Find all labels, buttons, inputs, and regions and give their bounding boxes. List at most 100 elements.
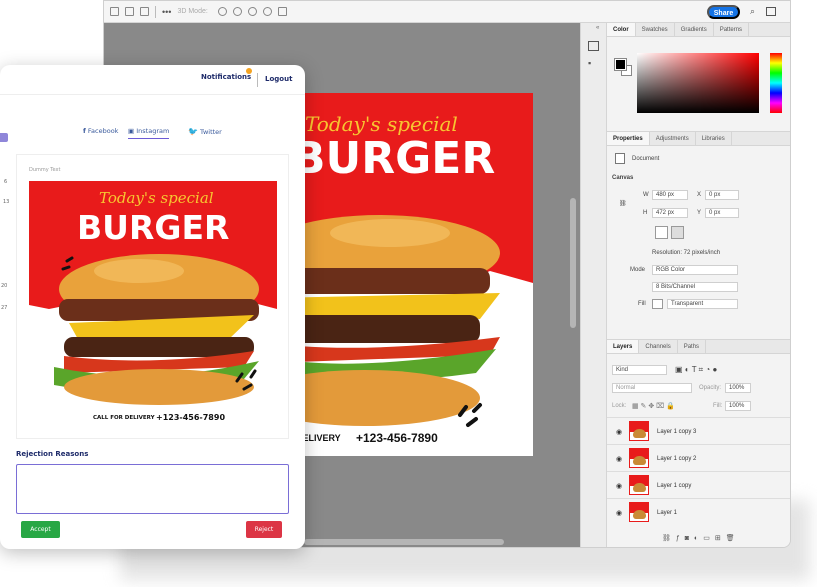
height-field[interactable]: 472 px bbox=[652, 208, 688, 218]
fill-swatch[interactable] bbox=[652, 299, 663, 309]
3d-slide-icon[interactable] bbox=[262, 7, 272, 16]
peek-number: 13 bbox=[3, 199, 10, 205]
align-center-icon[interactable] bbox=[125, 7, 134, 16]
visibility-eye-icon[interactable]: ◉ bbox=[616, 482, 622, 490]
x-field[interactable]: 0 px bbox=[705, 190, 739, 200]
panel-collapse-icon[interactable]: « bbox=[596, 25, 599, 31]
tab-libraries[interactable]: Libraries bbox=[696, 132, 732, 145]
panel-icon-strip: « ▪ bbox=[580, 23, 606, 547]
link-dimensions-icon[interactable]: ⛓ bbox=[619, 200, 627, 207]
tab-adjustments[interactable]: Adjustments bbox=[650, 132, 696, 145]
history-icon[interactable] bbox=[588, 41, 599, 51]
tab-channels[interactable]: Channels bbox=[639, 340, 678, 353]
post-call-label: CALL FOR DELIVERY bbox=[93, 415, 156, 421]
portrait-orientation-icon[interactable] bbox=[655, 226, 668, 239]
instagram-icon: ▣ bbox=[128, 127, 135, 135]
canvas-poster-art: Today's special BURGER DELIVERY +123-456… bbox=[300, 112, 533, 445]
fill-opacity-field[interactable]: 100% bbox=[725, 401, 751, 411]
tab-twitter[interactable]: 🐦 Twitter bbox=[188, 127, 222, 136]
canvas-section-label: Canvas bbox=[612, 175, 634, 181]
mode-select[interactable]: RGB Color bbox=[652, 265, 738, 275]
stage: ••• 3D Mode: Share ⌕ Today's special BUR… bbox=[0, 0, 817, 587]
bit-depth-select[interactable]: 8 Bits/Channel bbox=[652, 282, 738, 292]
height-label: H bbox=[643, 210, 648, 216]
width-field[interactable]: 480 px bbox=[652, 190, 688, 200]
landscape-orientation-icon[interactable] bbox=[671, 226, 684, 239]
3d-rotate-icon[interactable] bbox=[217, 7, 227, 16]
layer-filter-icons[interactable]: ▣ ◐ T ⌗ ◔ ● bbox=[675, 365, 717, 375]
y-field[interactable]: 0 px bbox=[705, 208, 739, 218]
3d-roll-icon[interactable] bbox=[232, 7, 242, 16]
layers-panel-tabs: Layers Channels Paths bbox=[607, 340, 790, 354]
reject-button[interactable]: Reject bbox=[246, 521, 282, 538]
tab-swatches[interactable]: Swatches bbox=[636, 23, 675, 36]
rejection-reasons-input[interactable] bbox=[16, 464, 289, 514]
tab-instagram-label: Instagram bbox=[136, 127, 170, 135]
opacity-field[interactable]: 100% bbox=[725, 383, 751, 393]
twitter-icon: 🐦 bbox=[188, 127, 198, 136]
post-script-text: Today's special bbox=[99, 189, 214, 207]
layer-row[interactable]: ◉ Layer 1 copy 3 bbox=[607, 417, 790, 444]
approval-card: Notifications Logout 6 13 20 27 f Facebo… bbox=[0, 65, 305, 549]
tab-instagram[interactable]: ▣ Instagram bbox=[128, 127, 170, 139]
logout-link[interactable]: Logout bbox=[265, 75, 292, 83]
document-icon bbox=[615, 153, 625, 164]
document-canvas[interactable]: Today's special BURGER DELIVERY +123-456… bbox=[300, 93, 533, 456]
layer-thumbnail bbox=[629, 502, 649, 522]
tab-properties[interactable]: Properties bbox=[607, 132, 650, 145]
blend-mode-select[interactable]: Normal bbox=[612, 383, 692, 393]
options-toolbar: ••• 3D Mode: Share ⌕ bbox=[104, 1, 790, 23]
layer-actions-bar[interactable]: ⛓ƒ◙◐▭⊞🗑 bbox=[662, 534, 740, 542]
peek-number: 27 bbox=[1, 305, 8, 311]
tab-color[interactable]: Color bbox=[607, 23, 636, 36]
vertical-scrollbar[interactable] bbox=[570, 198, 576, 328]
properties-panel: Properties Adjustments Libraries Documen… bbox=[607, 131, 790, 331]
post-preview: Dummy Text Today's special BURGER CALL F… bbox=[16, 154, 289, 439]
color-picker-field[interactable] bbox=[637, 53, 759, 113]
post-image: Today's special BURGER CALL FOR DELIVERY… bbox=[29, 181, 277, 426]
accept-button[interactable]: Accept bbox=[21, 521, 60, 538]
visibility-eye-icon[interactable]: ◉ bbox=[616, 428, 622, 436]
width-label: W bbox=[643, 192, 649, 198]
3d-pan-icon[interactable] bbox=[247, 7, 257, 16]
fill-label: Fill bbox=[638, 301, 646, 307]
layer-name: Layer 1 copy 2 bbox=[657, 456, 697, 462]
toolbar-divider bbox=[155, 5, 156, 18]
align-left-icon[interactable] bbox=[110, 7, 119, 16]
visibility-eye-icon[interactable]: ◉ bbox=[616, 509, 622, 517]
3d-camera-icon[interactable] bbox=[277, 7, 287, 16]
horizontal-scrollbar[interactable] bbox=[304, 539, 504, 545]
tab-twitter-label: Twitter bbox=[200, 128, 222, 136]
tab-patterns[interactable]: Patterns bbox=[714, 23, 750, 36]
layer-name: Layer 1 copy 3 bbox=[657, 429, 697, 435]
search-icon[interactable]: ⌕ bbox=[750, 6, 755, 17]
hue-slider[interactable] bbox=[770, 53, 782, 113]
layer-row[interactable]: ◉ Layer 1 bbox=[607, 498, 790, 525]
x-label: X bbox=[697, 192, 702, 198]
facebook-icon: f bbox=[83, 127, 86, 135]
layer-row[interactable]: ◉ Layer 1 copy bbox=[607, 471, 790, 498]
comments-icon[interactable]: ▪ bbox=[588, 58, 591, 68]
tab-facebook[interactable]: f Facebook bbox=[83, 127, 118, 135]
fill-select[interactable]: Transparent bbox=[667, 299, 738, 309]
more-options-icon[interactable]: ••• bbox=[162, 7, 171, 17]
workspace-icon[interactable] bbox=[766, 7, 776, 16]
color-panel-tabs: Color Swatches Gradients Patterns bbox=[607, 23, 790, 37]
visibility-eye-icon[interactable]: ◉ bbox=[616, 455, 622, 463]
y-label: Y bbox=[697, 210, 702, 216]
align-bottom-icon[interactable] bbox=[140, 7, 149, 16]
tab-gradients[interactable]: Gradients bbox=[675, 23, 714, 36]
notifications-link[interactable]: Notifications bbox=[201, 73, 251, 81]
post-caption: Dummy Text bbox=[29, 167, 61, 173]
layer-thumbnail bbox=[629, 448, 649, 468]
tab-paths[interactable]: Paths bbox=[678, 340, 707, 353]
tab-layers[interactable]: Layers bbox=[607, 340, 640, 353]
layer-row[interactable]: ◉ Layer 1 copy 2 bbox=[607, 444, 790, 471]
layer-kind-filter[interactable]: Kind bbox=[612, 365, 667, 375]
layer-name: Layer 1 bbox=[657, 510, 678, 516]
foreground-color-swatch[interactable] bbox=[614, 58, 627, 71]
3d-mode-label: 3D Mode: bbox=[177, 8, 208, 15]
post-title: BURGER bbox=[77, 208, 229, 247]
share-button[interactable]: Share bbox=[707, 5, 740, 19]
lock-icons[interactable]: ▦ ✎ ✥ ⌧ 🔒 bbox=[632, 402, 675, 410]
